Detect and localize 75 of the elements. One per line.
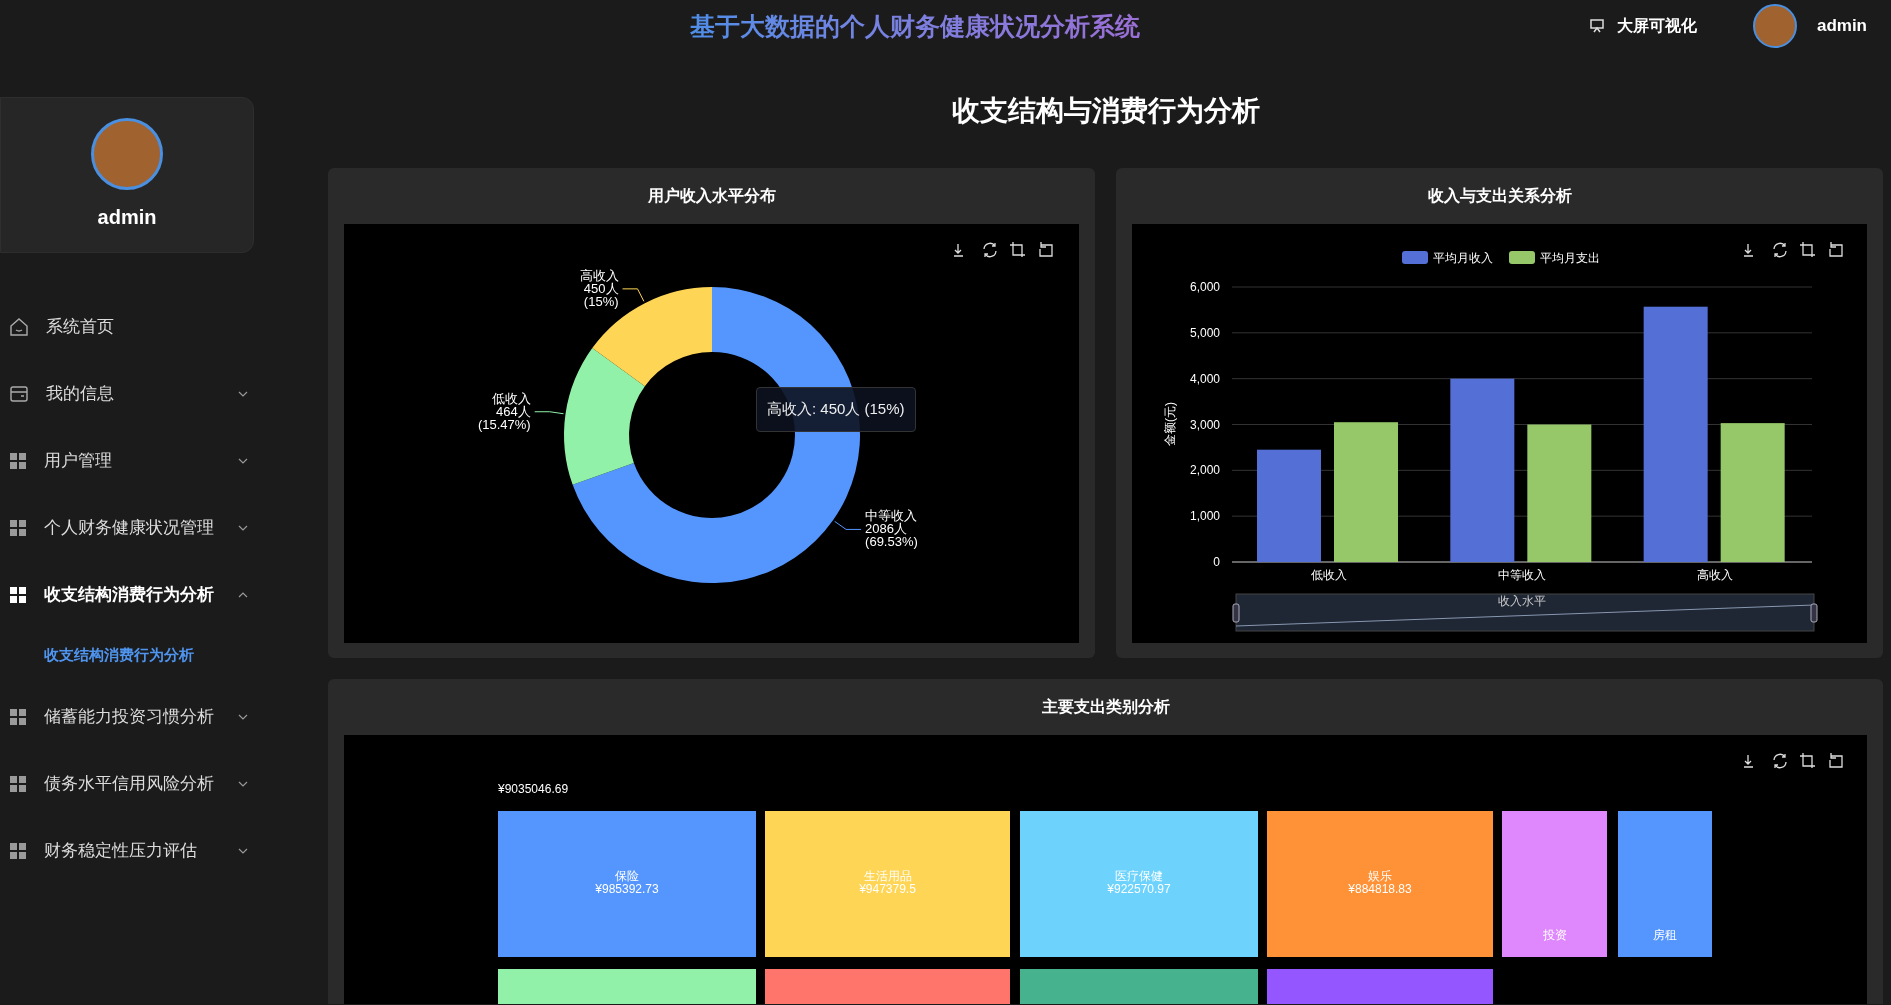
- treemap-tile[interactable]: [1020, 969, 1258, 1004]
- grid-icon: [9, 451, 27, 470]
- refresh-icon[interactable]: [1773, 753, 1787, 769]
- dashboard-link[interactable]: 大屏可视化: [1616, 14, 1697, 38]
- legend-item[interactable]: 平均月收入: [1402, 251, 1493, 265]
- refresh-icon[interactable]: [1773, 242, 1787, 258]
- panel-title: 收入与支出关系分析: [1426, 186, 1573, 206]
- legend-label: 平均月支出: [1540, 251, 1600, 265]
- chart-tooltip: 高收入: 450人 (15%): [756, 387, 916, 432]
- menu-item[interactable]: 系统首页: [0, 293, 268, 360]
- restore-icon[interactable]: [1829, 241, 1843, 257]
- menu-item[interactable]: 我的信息: [0, 360, 268, 427]
- restore-icon[interactable]: [1039, 241, 1053, 257]
- grid-icon: [9, 774, 27, 793]
- grid-icon: [9, 841, 27, 860]
- chevron-down-icon: [238, 524, 248, 531]
- axis-tick-label: 5,000: [1189, 325, 1220, 340]
- menu-item[interactable]: 财务稳定性压力评估: [0, 817, 268, 884]
- menu-item[interactable]: 储蓄能力投资习惯分析: [0, 683, 268, 750]
- home-icon: [9, 316, 29, 337]
- zoom-icon[interactable]: [1799, 752, 1816, 769]
- zoom-icon[interactable]: [1799, 241, 1816, 258]
- axis-title: 金额(元): [1163, 402, 1177, 446]
- download-icon[interactable]: [1743, 754, 1754, 768]
- leader-line: [834, 520, 862, 530]
- monitor-icon[interactable]: [1588, 18, 1605, 34]
- chevron-down-icon: [238, 847, 248, 854]
- legend-label: 平均月收入: [1433, 251, 1493, 265]
- treemap-tile[interactable]: [1267, 969, 1493, 1004]
- axis-tick-label: 高收入: [1697, 568, 1734, 582]
- menu-item[interactable]: 收支结构消费行为分析: [0, 561, 268, 628]
- chevron-down-icon: [238, 713, 248, 720]
- legend-item[interactable]: 平均月支出: [1509, 251, 1600, 265]
- menu-item[interactable]: 债务水平信用风险分析: [0, 750, 268, 817]
- chevron-down-icon: [238, 457, 248, 464]
- axis-tick-label: 低收入: [1310, 568, 1347, 582]
- zoom-icon[interactable]: [1009, 241, 1026, 258]
- leader-line: [534, 411, 564, 415]
- submenu-item[interactable]: 收支结构消费行为分析: [0, 628, 268, 683]
- restore-icon[interactable]: [1829, 752, 1843, 768]
- refresh-icon[interactable]: [983, 242, 997, 258]
- axis-tick-label: 6,000: [1189, 280, 1220, 294]
- slice-label: 低收入 464人 (15.47%): [477, 390, 531, 432]
- axis-tick-label: 3,000: [1189, 417, 1220, 432]
- grid-icon: [9, 518, 27, 537]
- range-slider[interactable]: [1232, 593, 1818, 632]
- axis-tick-label: 中等收入: [1498, 568, 1546, 582]
- leader-line: [622, 288, 645, 302]
- menu-item[interactable]: 个人财务健康状况管理: [0, 494, 268, 561]
- page-title: 收支结构与消费行为分析: [950, 94, 1261, 128]
- slice-label: 高收入 450人 (15%): [579, 267, 619, 309]
- axis-tick-label: 4,000: [1189, 371, 1220, 386]
- axis-tick-label: 1,000: [1189, 509, 1220, 524]
- download-icon[interactable]: [953, 243, 964, 257]
- panel-title: 用户收入水平分布: [646, 186, 777, 206]
- treemap-tile[interactable]: [765, 969, 1010, 1004]
- chevron-up-icon: [238, 591, 248, 598]
- download-icon[interactable]: [1743, 243, 1754, 257]
- card-icon: [9, 383, 29, 404]
- username: admin: [97, 205, 157, 230]
- axis-tick-label: 2,000: [1189, 463, 1220, 478]
- axis-tick-label: 0: [1213, 555, 1220, 569]
- chevron-down-icon: [238, 390, 248, 397]
- axis-title: 收入水平: [1498, 594, 1546, 608]
- chevron-down-icon: [238, 780, 248, 787]
- treemap-tile[interactable]: [498, 969, 756, 1004]
- username[interactable]: admin: [1816, 13, 1867, 39]
- grid-icon: [9, 585, 27, 604]
- panel-title: 主要支出类别分析: [1040, 697, 1171, 717]
- donut-slice[interactable]: [564, 348, 645, 485]
- grid-icon: [9, 707, 27, 726]
- slice-label: 中等收入 2086人 (69.53%): [865, 508, 918, 550]
- total-label: ¥9035046.69: [498, 782, 569, 796]
- menu-item[interactable]: 用户管理: [0, 427, 268, 494]
- avatar[interactable]: [1752, 4, 1797, 48]
